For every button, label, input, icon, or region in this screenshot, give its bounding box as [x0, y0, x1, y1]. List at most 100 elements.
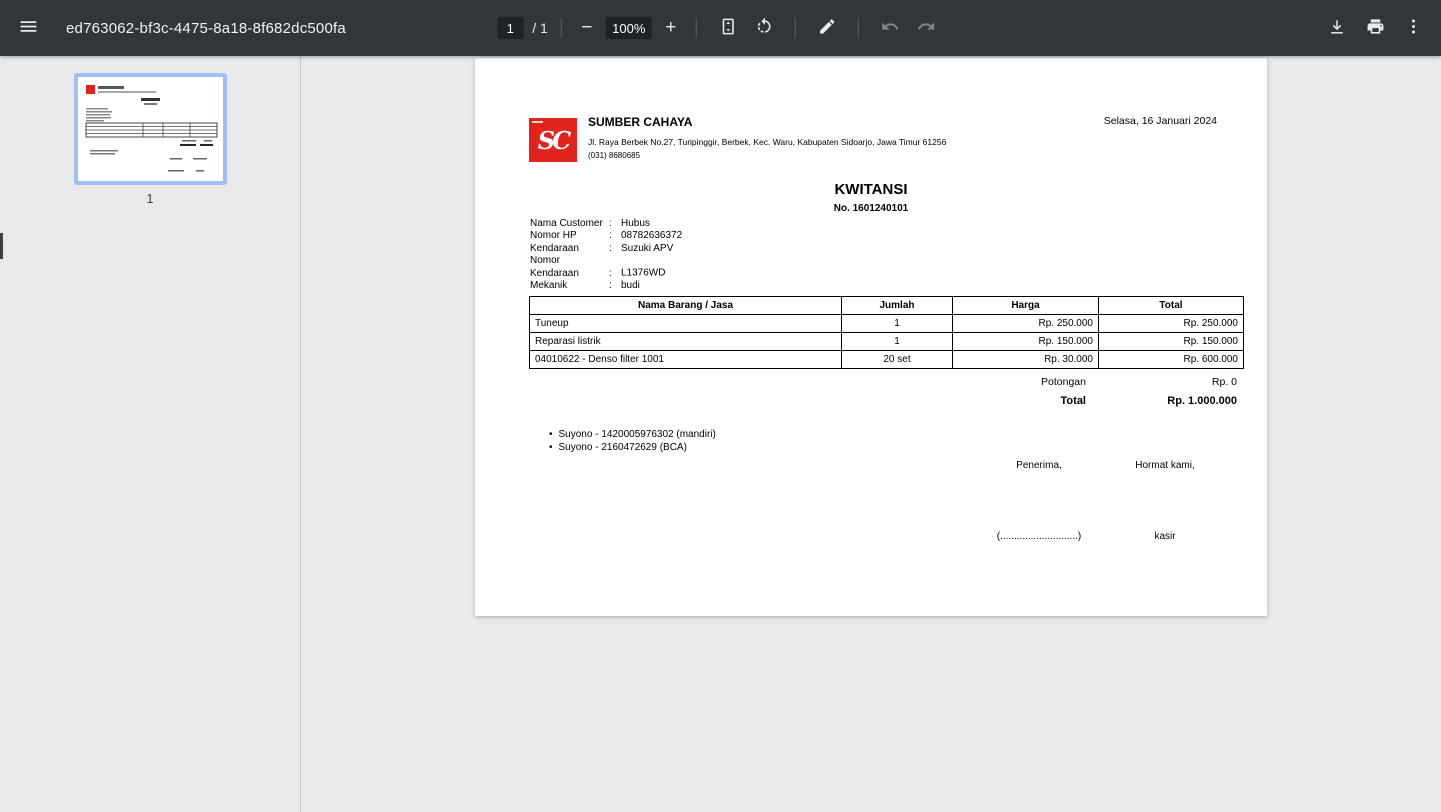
payment-account-text: Suyono - 2160472629 (BCA): [559, 442, 687, 453]
company-logo: SC: [529, 118, 577, 162]
kebab-menu-icon: [1404, 17, 1423, 39]
panel-edge-mark: [0, 233, 3, 259]
menu-button[interactable]: [10, 10, 46, 46]
receipt-title: KWITANSI: [475, 181, 1267, 198]
items-table: Nama Barang / Jasa Jumlah Harga Total Tu…: [529, 296, 1244, 369]
customer-value: Suzuki APV: [621, 243, 673, 254]
customer-label: Nomor Kendaraan: [530, 255, 609, 280]
zoom-out-button[interactable]: −: [575, 14, 599, 42]
logo-detail: [532, 121, 543, 123]
item-qty: 1: [842, 333, 953, 351]
customer-value: budi: [621, 280, 640, 291]
toolbar-right-controls: [1319, 10, 1441, 46]
customer-row: Nomor HP:08782636372: [530, 230, 682, 242]
customer-value: Hubus: [621, 218, 650, 229]
customer-row: Mekanik:budi: [530, 280, 682, 292]
total-row: Total Rp. 1.000.000: [529, 395, 1243, 407]
bullet: •: [549, 442, 553, 453]
customer-label: Nomor HP: [530, 230, 609, 242]
toolbar-separator: [858, 18, 859, 38]
viewer-content: 1 SC SUMBER CAHAYA Jl. Raya Berbek No.27…: [0, 56, 1441, 812]
discount-value: Rp. 0: [1092, 376, 1243, 388]
download-icon: [1327, 17, 1347, 40]
hamburger-icon: [18, 16, 39, 40]
discount-label: Potongan: [529, 376, 1092, 388]
cashier-label: kasir: [1095, 531, 1235, 542]
total-value: Rp. 1.000.000: [1092, 395, 1243, 407]
payment-account-text: Suyono - 1420005976302 (mandiri): [559, 429, 716, 440]
company-phone: (031) 8680685: [588, 151, 640, 160]
undo-button[interactable]: [872, 10, 908, 46]
table-header-row: Nama Barang / Jasa Jumlah Harga Total: [530, 297, 1244, 315]
customer-label: Kendaraan: [530, 243, 609, 255]
fit-page-icon: [718, 17, 737, 39]
customer-row: Nomor Kendaraan:L1376WD: [530, 255, 682, 280]
colon: :: [609, 243, 621, 255]
customer-label: Nama Customer: [530, 218, 609, 230]
item-total: Rp. 600.000: [1099, 351, 1244, 369]
regards-label: Hormat kami,: [1095, 460, 1235, 471]
payment-accounts: • Suyono - 1420005976302 (mandiri) • Suyon…: [549, 429, 716, 455]
thumbnail-sidebar: 1: [0, 56, 301, 812]
toolbar-center-controls: / 1 − 100% +: [497, 0, 944, 56]
colon: :: [609, 280, 621, 292]
thumbnail-page-number: 1: [147, 192, 154, 206]
pdf-page: SC SUMBER CAHAYA Jl. Raya Berbek No.27, …: [475, 58, 1267, 616]
colon: :: [609, 268, 621, 280]
logo-text: SC: [538, 126, 568, 155]
table-row: Reparasi listrik 1 Rp. 150.000 Rp. 150.0…: [530, 333, 1244, 351]
bullet: •: [549, 429, 553, 440]
colon: :: [609, 218, 621, 230]
item-name: Tuneup: [530, 315, 842, 333]
customer-value: L1376WD: [621, 268, 665, 279]
pdf-toolbar: ed763062-bf3c-4475-8a18-8f682dc500fa / 1…: [0, 0, 1441, 56]
print-button[interactable]: [1357, 10, 1393, 46]
column-header: Nama Barang / Jasa: [530, 297, 842, 315]
item-qty: 20 set: [842, 351, 953, 369]
page-count-label: / 1: [532, 20, 548, 36]
receiver-label: Penerima,: [966, 460, 1112, 471]
fit-to-page-button[interactable]: [710, 10, 746, 46]
signature-line: (............................): [966, 531, 1112, 542]
print-icon: [1366, 17, 1385, 39]
discount-row: Potongan Rp. 0: [529, 376, 1243, 388]
payment-account-item: • Suyono - 1420005976302 (mandiri): [549, 429, 716, 442]
redo-button[interactable]: [908, 10, 944, 46]
colon: :: [609, 230, 621, 242]
zoom-level-display: 100%: [606, 17, 652, 39]
toolbar-separator: [795, 18, 796, 38]
redo-icon: [916, 17, 935, 39]
download-button[interactable]: [1319, 10, 1355, 46]
item-total: Rp. 250.000: [1099, 315, 1244, 333]
column-header: Total: [1099, 297, 1244, 315]
pen-icon: [817, 17, 836, 39]
item-name: Reparasi listrik: [530, 333, 842, 351]
customer-row: Kendaraan:Suzuki APV: [530, 243, 682, 255]
column-header: Harga: [953, 297, 1099, 315]
rotate-counterclockwise-icon: [754, 17, 773, 39]
table-row: 04010622 - Denso filter 1001 20 set Rp. …: [530, 351, 1244, 369]
pdf-viewer-area[interactable]: SC SUMBER CAHAYA Jl. Raya Berbek No.27, …: [301, 56, 1441, 812]
company-name: SUMBER CAHAYA: [588, 115, 692, 129]
more-options-button[interactable]: [1395, 10, 1431, 46]
zoom-in-button[interactable]: +: [659, 14, 683, 42]
page-thumbnail[interactable]: [74, 73, 227, 185]
item-price: Rp. 250.000: [953, 315, 1099, 333]
item-price: Rp. 150.000: [953, 333, 1099, 351]
item-total: Rp. 150.000: [1099, 333, 1244, 351]
customer-info: Nama Customer:Hubus Nomor HP:08782636372…: [530, 218, 682, 293]
toolbar-separator: [696, 18, 697, 38]
item-price: Rp. 30.000: [953, 351, 1099, 369]
page-number-input[interactable]: [497, 17, 523, 39]
rotate-button[interactable]: [746, 10, 782, 46]
total-label: Total: [529, 395, 1092, 407]
item-qty: 1: [842, 315, 953, 333]
customer-label: Mekanik: [530, 280, 609, 292]
customer-value: 08782636372: [621, 230, 682, 241]
customer-row: Nama Customer:Hubus: [530, 218, 682, 230]
receipt-number: No. 1601240101: [475, 203, 1267, 214]
toolbar-separator: [561, 18, 562, 38]
annotate-button[interactable]: [809, 10, 845, 46]
document-title: ed763062-bf3c-4475-8a18-8f682dc500fa: [66, 20, 346, 37]
thumbnail-preview: [78, 77, 223, 181]
